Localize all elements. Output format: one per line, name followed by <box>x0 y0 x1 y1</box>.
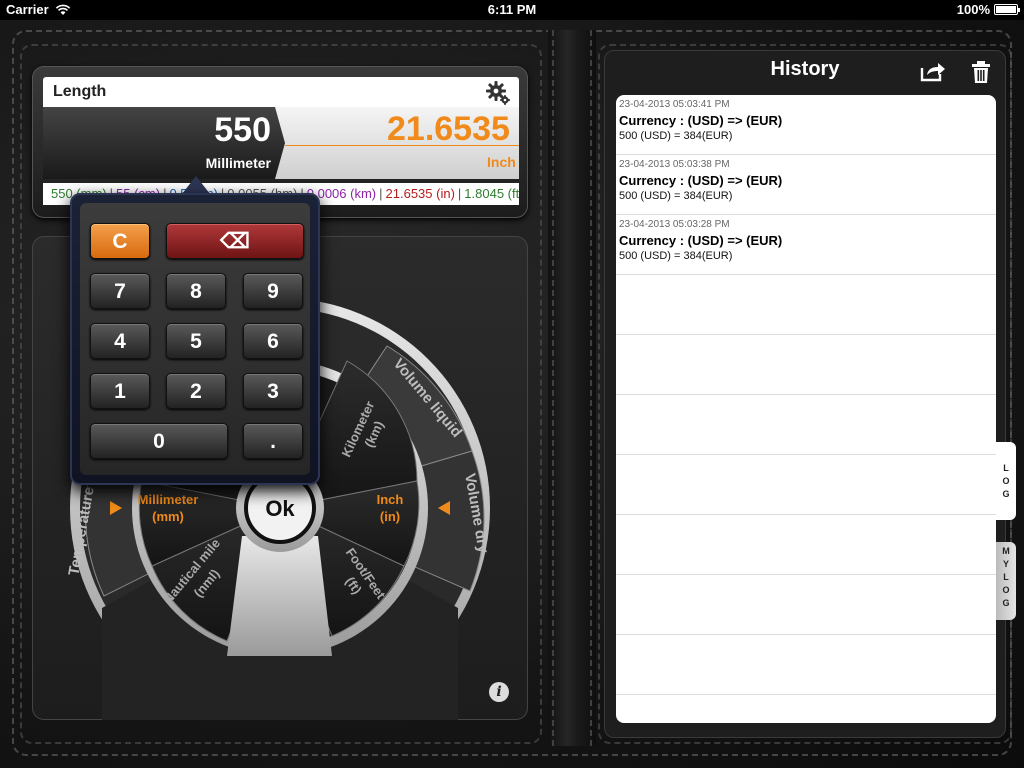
tab-log[interactable]: LOG <box>996 442 1016 520</box>
tab-letter: Y <box>1002 559 1009 569</box>
key-9[interactable]: 9 <box>243 273 303 309</box>
unit-abbr-inch: (in) <box>380 509 400 524</box>
ticker-item: | <box>457 186 462 201</box>
trash-icon[interactable] <box>970 60 992 84</box>
result-text-clip: 21.6535 Inch <box>42 106 518 178</box>
history-row[interactable]: 23-04-2013 05:03:38 PM Currency : (USD) =… <box>616 155 996 215</box>
history-empty-row <box>616 635 996 695</box>
key-decimal[interactable]: . <box>243 423 303 459</box>
key-0[interactable]: 0 <box>90 423 228 459</box>
history-row[interactable]: 23-04-2013 05:03:28 PM Currency : (USD) =… <box>616 215 996 275</box>
history-detail: 500 (USD) = 384(EUR) <box>619 130 733 142</box>
clear-button[interactable]: C <box>90 223 150 259</box>
history-row[interactable]: 23-04-2013 05:03:41 PM Currency : (USD) =… <box>616 95 996 155</box>
unit-label-inch: Inch <box>377 492 404 507</box>
battery-group: 100% <box>956 2 1020 17</box>
history-empty-row <box>616 515 996 575</box>
history-empty-row <box>616 335 996 395</box>
tab-my-log[interactable]: MYLOG <box>996 542 1016 620</box>
history-empty-row <box>616 575 996 635</box>
history-empty-row <box>616 395 996 455</box>
key-2[interactable]: 2 <box>166 373 226 409</box>
key-8[interactable]: 8 <box>166 273 226 309</box>
tab-letter: G <box>1002 598 1010 608</box>
key-3[interactable]: 3 <box>243 373 303 409</box>
history-empty-row <box>616 455 996 515</box>
ok-label: Ok <box>265 496 295 521</box>
info-icon[interactable]: i <box>489 682 509 702</box>
unit-label-millimeter: Millimeter <box>138 492 199 507</box>
result-value: 21.6535 <box>387 110 510 148</box>
history-detail: 500 (USD) = 384(EUR) <box>619 250 733 262</box>
battery-icon <box>994 4 1020 15</box>
tab-letter: G <box>1002 489 1010 499</box>
history-detail: 500 (USD) = 384(EUR) <box>619 190 733 202</box>
tab-letter: M <box>1002 546 1010 556</box>
tab-letter: O <box>1002 476 1010 486</box>
keypad-pointer <box>182 176 210 194</box>
history-timestamp: 23-04-2013 05:03:38 PM <box>619 159 730 170</box>
key-7[interactable]: 7 <box>90 273 150 309</box>
unit-abbr-millimeter: (mm) <box>152 509 184 524</box>
history-list[interactable]: 23-04-2013 05:03:41 PM Currency : (USD) =… <box>616 95 996 723</box>
backspace-icon: ⌫ <box>220 230 250 253</box>
tab-letter: L <box>1003 463 1009 473</box>
history-heading: Currency : (USD) => (EUR) <box>619 173 783 188</box>
history-empty-row <box>616 275 996 335</box>
key-6[interactable]: 6 <box>243 323 303 359</box>
clock: 6:11 PM <box>487 2 537 17</box>
keypad-popover: C ⌫ 7 8 9 4 5 6 1 2 3 0 . <box>70 193 320 485</box>
share-icon[interactable] <box>920 60 946 82</box>
ticker-item: 21.6535 (in) <box>385 186 455 201</box>
status-bar: Carrier 6:11 PM 100% <box>0 0 1024 20</box>
backspace-button[interactable]: ⌫ <box>166 223 304 259</box>
tab-letter: L <box>1003 572 1009 582</box>
battery-percent: 100% <box>956 2 990 17</box>
ticker-item: 1.8045 (ft) <box>464 186 519 201</box>
key-4[interactable]: 4 <box>90 323 150 359</box>
wheel-stem <box>227 536 332 656</box>
key-5[interactable]: 5 <box>166 323 226 359</box>
result-unit: Inch <box>487 154 516 170</box>
ticker-item: | <box>379 186 383 201</box>
category-title: Length <box>53 83 107 100</box>
history-timestamp: 23-04-2013 05:03:28 PM <box>619 219 730 230</box>
tab-letter: O <box>1002 585 1010 595</box>
category-title-bar: Length <box>43 77 519 107</box>
history-heading: Currency : (USD) => (EUR) <box>619 113 783 128</box>
key-1[interactable]: 1 <box>90 373 150 409</box>
history-heading: Currency : (USD) => (EUR) <box>619 233 783 248</box>
history-timestamp: 23-04-2013 05:03:41 PM <box>619 99 730 110</box>
keypad-body: C ⌫ 7 8 9 4 5 6 1 2 3 0 . <box>80 203 310 475</box>
book-spine <box>548 30 596 746</box>
gear-icon[interactable] <box>485 80 511 106</box>
